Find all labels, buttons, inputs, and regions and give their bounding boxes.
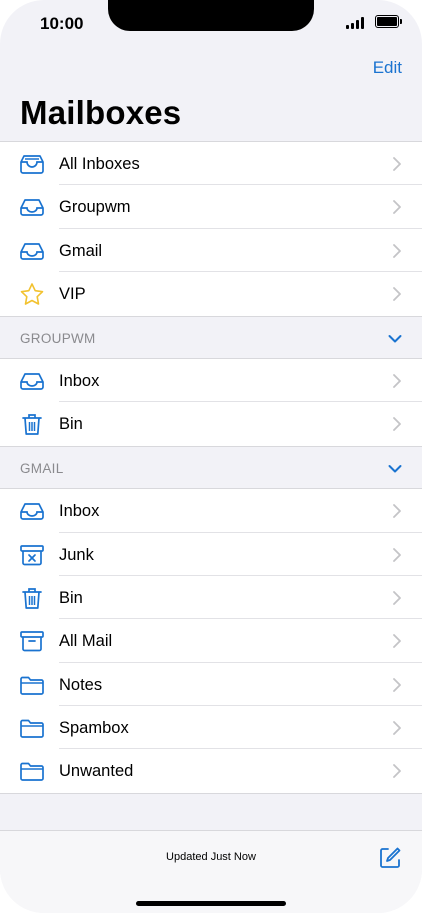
inbox-icon — [20, 199, 44, 217]
star-icon — [20, 283, 44, 305]
mailbox-label: Bin — [59, 588, 83, 607]
chevron-right-icon — [393, 374, 401, 388]
inbox-icon — [20, 242, 44, 260]
inbox-icon — [20, 503, 44, 520]
mailbox-row[interactable]: Inbox — [0, 358, 422, 403]
chevron-right-icon — [393, 200, 401, 215]
chevron-right-icon — [393, 243, 401, 258]
mailbox-label: Junk — [59, 545, 94, 564]
chevron-right-icon — [393, 504, 401, 519]
section-header-gmail[interactable]: GMAIL — [0, 445, 422, 490]
status-time: 10:00 — [40, 14, 84, 33]
folder-icon — [20, 719, 44, 738]
section-title: GROUPWM — [20, 330, 96, 346]
mailbox-row[interactable]: All Inboxes — [0, 142, 422, 186]
mailbox-label: Spambox — [59, 719, 129, 738]
chevron-right-icon — [393, 157, 401, 171]
archive-icon — [20, 631, 44, 652]
battery-icon — [375, 15, 402, 28]
mailbox-label: Inbox — [59, 502, 100, 521]
mailbox-row[interactable]: All Mail — [0, 619, 422, 663]
edit-button[interactable]: Edit — [373, 58, 402, 78]
mailbox-row[interactable]: Unwanted — [0, 749, 422, 793]
notch — [108, 0, 314, 31]
phone-screen: 10:00 Edit Mailboxes All Inboxes Groupwm G… — [0, 0, 422, 913]
status-bar: 10:00 — [0, 0, 422, 44]
cellular-signal-icon — [346, 17, 366, 29]
home-indicator — [136, 901, 286, 906]
junk-icon — [20, 544, 44, 565]
chevron-down-icon[interactable] — [388, 334, 402, 344]
mailbox-label: Unwanted — [59, 762, 134, 781]
mailbox-label: All Inboxes — [59, 155, 140, 173]
section-title: GMAIL — [20, 460, 64, 476]
mailbox-label: Bin — [59, 415, 83, 434]
mailbox-label: Notes — [59, 675, 103, 694]
mailbox-list: All Inboxes Groupwm Gmail VIP GROUPWM Inbox Bi… — [0, 141, 422, 794]
inbox-icon — [20, 373, 44, 390]
compose-icon[interactable] — [378, 846, 402, 870]
chevron-right-icon — [393, 591, 401, 605]
chevron-right-icon — [393, 547, 401, 562]
chevron-right-icon — [393, 417, 401, 432]
chevron-right-icon — [393, 287, 401, 302]
mailbox-row[interactable]: Spambox — [0, 706, 422, 750]
mailbox-row[interactable]: Bin — [0, 402, 422, 446]
updated-status: Updated Just Now — [166, 851, 256, 863]
mailbox-row[interactable]: Gmail — [0, 228, 422, 273]
chevron-down-icon[interactable] — [388, 464, 402, 474]
divider — [0, 792, 422, 794]
folder-icon — [20, 676, 44, 695]
mailbox-row[interactable]: Junk — [0, 532, 422, 576]
chevron-right-icon — [393, 764, 401, 779]
mailbox-row[interactable]: Inbox — [0, 489, 422, 533]
mailbox-label: All Mail — [59, 632, 113, 651]
chevron-right-icon — [393, 721, 401, 735]
mailbox-label: Inbox — [59, 371, 100, 390]
trash-icon — [22, 588, 42, 609]
page-title: Mailboxes — [20, 94, 182, 131]
trash-icon — [22, 414, 42, 436]
chevron-right-icon — [393, 634, 401, 649]
mailbox-label: VIP — [59, 285, 86, 304]
chevron-right-icon — [393, 677, 401, 692]
mailbox-row[interactable]: Groupwm — [0, 185, 422, 229]
folder-icon — [20, 763, 44, 782]
all-inboxes-icon — [20, 155, 44, 174]
mailbox-row[interactable]: VIP — [0, 272, 422, 316]
bottom-toolbar: Updated Just Now — [0, 830, 422, 913]
mailbox-label: Gmail — [59, 241, 103, 260]
mailbox-label: Groupwm — [59, 198, 131, 217]
mailbox-row[interactable]: Notes — [0, 662, 422, 707]
section-header-groupwm[interactable]: GROUPWM — [0, 315, 422, 359]
mailbox-row[interactable]: Bin — [0, 575, 422, 620]
